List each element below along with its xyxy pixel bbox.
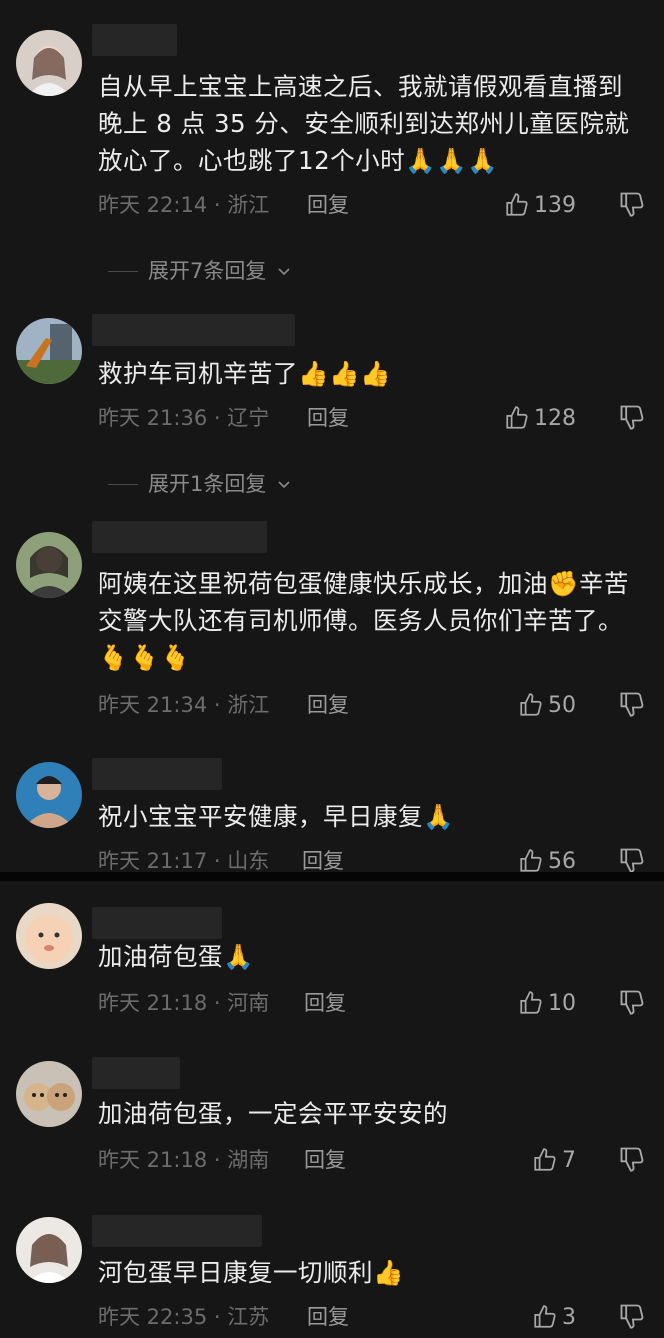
comment-meta: 昨天 22:35 · 江苏 (98, 1305, 270, 1329)
expand-replies[interactable]: 展开7条回复 (108, 256, 292, 286)
avatar[interactable] (16, 903, 82, 969)
comment-text: 阿姨在这里祝荷包蛋健康快乐成长，加油✊辛苦交警大队还有司机师傅。医务人员你们辛苦… (98, 569, 630, 672)
comment-panel-top: 自从早上宝宝上高速之后、我就请假观看直播到晚上 8 点 35 分、安全顺利到达郑… (0, 0, 664, 872)
username-blurred[interactable] (92, 1215, 262, 1247)
thumbs-up-icon (506, 406, 528, 429)
dislike-button[interactable] (618, 190, 648, 220)
comment-text: 祝小宝宝平安健康，早日康复🙏 (98, 802, 455, 831)
username-blurred[interactable] (92, 314, 295, 346)
divider (108, 270, 138, 272)
avatar[interactable] (16, 532, 82, 598)
username-blurred[interactable] (92, 521, 267, 553)
thumbs-up-icon (520, 991, 542, 1014)
comment-text: 河包蛋早日康复一切顺利👍 (98, 1258, 405, 1287)
dislike-button[interactable] (618, 846, 648, 872)
comment-meta: 昨天 21:34 · 浙江 (98, 693, 270, 717)
dislike-button[interactable] (618, 690, 648, 720)
comment-meta: 昨天 21:17 · 山东 (98, 849, 270, 872)
reply-button[interactable]: 回复 (302, 846, 344, 872)
screenshot-seam (0, 872, 664, 881)
thumbs-down-icon (620, 192, 644, 217)
comment-text: 加油荷包蛋🙏 (98, 942, 255, 971)
thumbs-up-icon (506, 193, 528, 216)
reply-button[interactable]: 回复 (307, 690, 349, 720)
thumbs-down-icon (620, 990, 644, 1015)
thumbs-down-icon (620, 405, 644, 430)
avatar[interactable] (16, 30, 82, 96)
like-button[interactable]: 50 (518, 690, 576, 720)
thumbs-down-icon (620, 1147, 644, 1172)
comment-text: 救护车司机辛苦了👍👍👍 (98, 359, 392, 388)
expand-replies[interactable]: 展开1条回复 (108, 469, 292, 499)
comment-text: 加油荷包蛋，一定会平平安安的 (98, 1099, 448, 1128)
dislike-button[interactable] (618, 1302, 648, 1332)
dislike-button[interactable] (618, 1145, 648, 1175)
username-blurred[interactable] (92, 24, 177, 56)
like-count: 10 (548, 990, 576, 1016)
like-count: 7 (562, 1147, 576, 1173)
chevron-down-icon (278, 268, 290, 276)
avatar[interactable] (16, 1217, 82, 1283)
thumbs-down-icon (620, 692, 644, 717)
reply-button[interactable]: 回复 (307, 403, 349, 433)
username-blurred[interactable] (92, 1057, 180, 1089)
like-count: 3 (562, 1304, 576, 1330)
thumbs-down-icon (620, 1304, 644, 1329)
like-button[interactable]: 7 (532, 1145, 576, 1175)
like-count: 128 (534, 405, 576, 431)
comment-meta: 昨天 22:14 · 浙江 (98, 193, 270, 217)
comment-meta: 昨天 21:18 · 湖南 (98, 1148, 270, 1172)
reply-button[interactable]: 回复 (304, 988, 346, 1018)
expand-replies-label: 展开7条回复 (148, 259, 267, 283)
thumbs-up-icon (534, 1305, 556, 1328)
expand-replies-label: 展开1条回复 (148, 472, 267, 496)
like-count: 139 (534, 192, 576, 218)
chevron-down-icon (278, 481, 290, 489)
reply-button[interactable]: 回复 (304, 1145, 346, 1175)
thumbs-down-icon (620, 848, 644, 872)
dislike-button[interactable] (618, 988, 648, 1018)
reply-button[interactable]: 回复 (307, 190, 349, 220)
reply-button[interactable]: 回复 (307, 1302, 349, 1332)
like-count: 50 (548, 692, 576, 718)
like-button[interactable]: 10 (518, 988, 576, 1018)
thumbs-up-icon (534, 1148, 556, 1171)
thumbs-up-icon (520, 693, 542, 716)
divider (108, 483, 138, 485)
username-blurred[interactable] (92, 758, 222, 790)
like-button[interactable]: 3 (532, 1302, 576, 1332)
avatar[interactable] (16, 762, 82, 828)
comment-panel-bottom: 加油荷包蛋🙏 昨天 21:18 · 河南 回复 10 加油荷包蛋，一定会平平安安… (0, 881, 664, 1338)
comment-text: 自从早上宝宝上高速之后、我就请假观看直播到晚上 8 点 35 分、安全顺利到达郑… (98, 72, 630, 175)
like-button[interactable]: 56 (518, 846, 576, 872)
like-button[interactable]: 128 (504, 403, 576, 433)
comment-meta: 昨天 21:36 · 辽宁 (98, 406, 270, 430)
dislike-button[interactable] (618, 403, 648, 433)
comment-meta: 昨天 21:18 · 河南 (98, 991, 270, 1015)
avatar[interactable] (16, 1061, 82, 1127)
like-button[interactable]: 139 (504, 190, 576, 220)
avatar[interactable] (16, 318, 82, 384)
username-blurred[interactable] (92, 907, 222, 939)
like-count: 56 (548, 848, 576, 873)
thumbs-up-icon (520, 849, 542, 872)
